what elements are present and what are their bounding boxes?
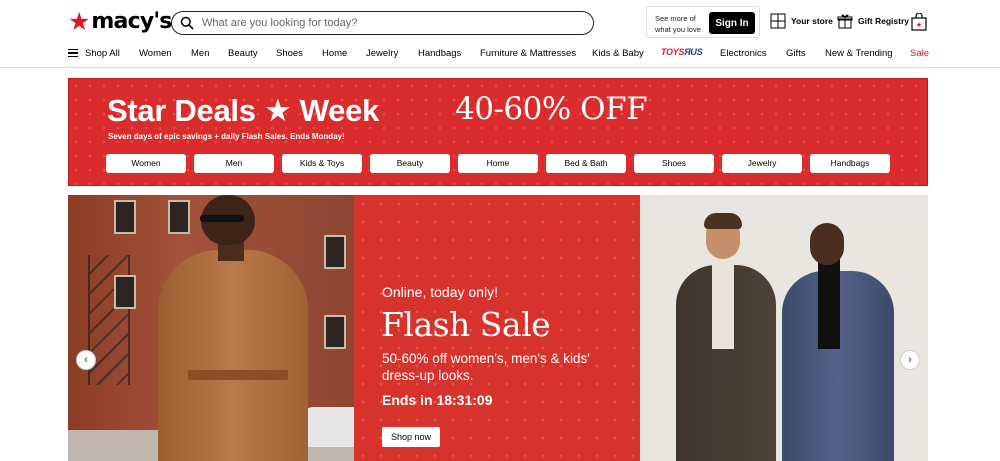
nav-shop-all[interactable]: Shop All [85, 48, 120, 59]
window [324, 315, 346, 349]
search-icon [180, 16, 194, 30]
nav-shoes[interactable]: Shoes [276, 48, 303, 59]
nav-handbags[interactable]: Handbags [418, 48, 461, 59]
carousel-next-button[interactable]: › [900, 350, 920, 370]
deal-pill-bed-bath[interactable]: Bed & Bath [546, 154, 626, 173]
star-logo-icon: ★ [68, 8, 91, 36]
menu-icon[interactable] [68, 49, 78, 57]
hero-title: Flash Sale [381, 305, 551, 344]
shop-now-button[interactable]: Shop now [382, 427, 440, 447]
window [114, 275, 136, 309]
main-nav: Shop All Women Men Beauty Shoes Home Jew… [0, 44, 1000, 68]
deal-pill-shoes[interactable]: Shoes [634, 154, 714, 173]
deals-title: Star Deals ★ Week [107, 93, 379, 128]
deal-pill-kids-toys[interactable]: Kids & Toys [282, 154, 362, 173]
window [168, 200, 190, 234]
your-store-label: Your store [791, 16, 833, 26]
nav-furniture[interactable]: Furniture & Mattresses [480, 48, 576, 59]
hero-image-men [640, 195, 928, 461]
hair [704, 213, 742, 229]
nav-toysrus-logo[interactable]: TOYSЯUS [661, 47, 703, 57]
site-header: ★ macy's See more of what you love Sign … [0, 0, 1000, 44]
deals-offer: 40-60% OFF [455, 91, 648, 127]
deal-pill-men[interactable]: Men [194, 154, 274, 173]
sunglasses [200, 215, 244, 222]
search-input[interactable] [202, 17, 562, 29]
window [114, 200, 136, 234]
window [324, 235, 346, 269]
chevron-right-icon: › [908, 354, 912, 366]
hero-image-woman [68, 195, 354, 461]
deal-pill-handbags[interactable]: Handbags [810, 154, 890, 173]
chevron-left-icon: ‹ [84, 354, 88, 366]
toysrus-part-b: ЯUS [684, 47, 703, 57]
shopping-bag-icon[interactable]: ★ [911, 13, 927, 31]
nav-men[interactable]: Men [191, 48, 209, 59]
nav-beauty[interactable]: Beauty [228, 48, 258, 59]
svg-text:★: ★ [916, 21, 922, 29]
deal-pill-beauty[interactable]: Beauty [370, 154, 450, 173]
gift-registry-label: Gift Registry [858, 16, 910, 26]
shirt [712, 259, 734, 349]
carousel-prev-button[interactable]: ‹ [76, 350, 96, 370]
suede-dress [158, 250, 308, 461]
nav-jewelry[interactable]: Jewelry [366, 48, 398, 59]
head [810, 223, 844, 265]
nav-sale[interactable]: Sale [910, 48, 929, 59]
store-icon [770, 13, 786, 29]
deal-pill-home[interactable]: Home [458, 154, 538, 173]
toysrus-part-a: TOYS [661, 47, 685, 57]
your-store-link[interactable]: Your store [770, 13, 833, 29]
flash-sale-panel: Online, today only! Flash Sale 50-60% of… [354, 195, 640, 461]
turtleneck [818, 259, 840, 349]
gift-registry-link[interactable]: Gift Registry [837, 13, 909, 29]
nav-home[interactable]: Home [322, 48, 347, 59]
belt [188, 370, 288, 380]
hero-carousel[interactable]: Online, today only! Flash Sale 50-60% of… [68, 195, 928, 461]
signin-hint: See more of what you love [655, 14, 701, 34]
macys-logo[interactable]: ★ macy's [68, 8, 172, 36]
deal-pill-women[interactable]: Women [106, 154, 186, 173]
hero-kicker: Online, today only! [382, 284, 498, 300]
countdown-timer: Ends in 18:31:09 [382, 392, 493, 408]
logo-wordmark: macy's [91, 9, 172, 34]
sign-in-button[interactable]: Sign In [709, 12, 755, 34]
nav-gifts[interactable]: Gifts [786, 48, 806, 59]
page-gutter [928, 195, 1000, 461]
nav-electronics[interactable]: Electronics [720, 48, 766, 59]
nav-women[interactable]: Women [139, 48, 172, 59]
search-bar[interactable] [171, 11, 594, 35]
nav-kids-baby[interactable]: Kids & Baby [592, 48, 644, 59]
gift-icon [837, 14, 853, 29]
signin-panel: See more of what you love Sign In [646, 6, 760, 38]
star-deals-banner[interactable]: Star Deals ★ Week Seven days of epic sav… [68, 78, 928, 186]
deal-pill-jewelry[interactable]: Jewelry [722, 154, 802, 173]
deals-subtitle: Seven days of epic savings + daily Flash… [108, 132, 345, 141]
nav-new-trending[interactable]: New & Trending [825, 48, 893, 59]
hero-description: 50-60% off women's, men's & kids' dress-… [382, 351, 590, 383]
